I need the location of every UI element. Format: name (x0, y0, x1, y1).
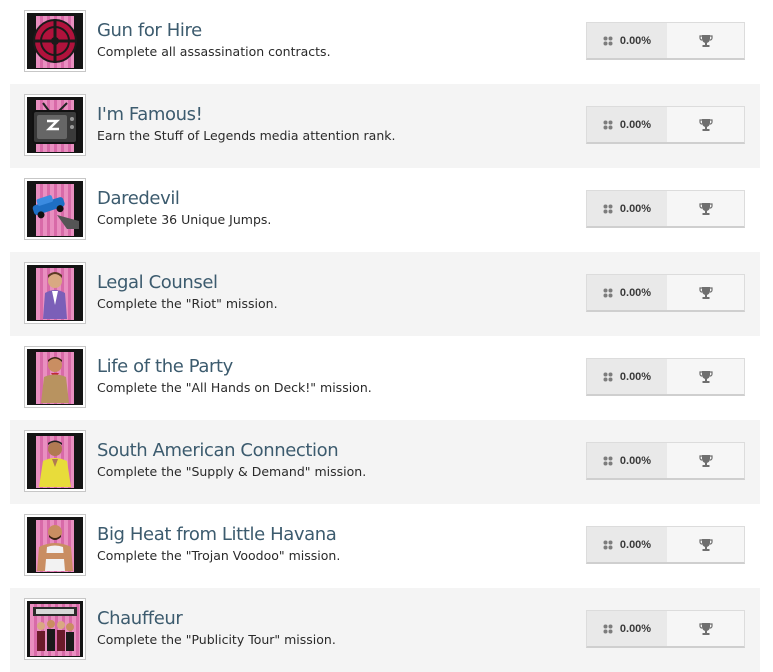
unlock-percentage: 0.00% (587, 359, 667, 394)
trophy-icon (698, 538, 713, 551)
television-icon (32, 102, 78, 144)
trophy-button[interactable] (667, 191, 744, 226)
trophy-button[interactable] (667, 107, 744, 142)
achievement-title: Legal Counsel (97, 272, 218, 293)
achievement-title: Life of the Party (97, 356, 233, 377)
unlock-percentage: 0.00% (587, 527, 667, 562)
trophy-button[interactable] (667, 23, 744, 58)
trophy-button[interactable] (667, 527, 744, 562)
achievement-stats: 0.00% (586, 106, 745, 144)
achievement-thumbnail (24, 598, 86, 660)
trophy-button[interactable] (667, 611, 744, 646)
achievement-row: Daredevil Complete 36 Unique Jumps. 0.00… (10, 168, 760, 252)
achievement-title: Chauffeur (97, 608, 183, 629)
jumping-car-icon (32, 195, 79, 229)
percentage-value: 0.00% (619, 286, 652, 299)
unlock-percentage: 0.00% (587, 443, 667, 478)
trophy-button[interactable] (667, 359, 744, 394)
yellow-shirt-portrait-icon (39, 440, 71, 487)
achievement-description: Complete all assassination contracts. (97, 44, 331, 59)
percentage-value: 0.00% (619, 34, 652, 47)
achievement-row: Big Heat from Little Havana Complete the… (10, 504, 760, 588)
love-fist-band-icon (33, 607, 77, 651)
trophy-button[interactable] (667, 275, 744, 310)
achievement-thumbnail (24, 94, 86, 156)
trophy-icon (698, 34, 713, 47)
unlock-percentage: 0.00% (587, 23, 667, 58)
trophy-icon (698, 202, 713, 215)
achievement-thumbnail (24, 10, 86, 72)
achievement-title: Big Heat from Little Havana (97, 524, 337, 545)
grid-dots-icon (603, 372, 613, 381)
trophy-icon (698, 454, 713, 467)
achievement-thumbnail (24, 346, 86, 408)
grid-dots-icon (603, 288, 613, 297)
achievement-description: Earn the Stuff of Legends media attentio… (97, 128, 396, 143)
achievement-stats: 0.00% (586, 190, 745, 228)
grid-dots-icon (603, 120, 613, 129)
trophy-icon (698, 118, 713, 131)
achievement-description: Complete the "Supply & Demand" mission. (97, 464, 367, 479)
achievement-stats: 0.00% (586, 274, 745, 312)
percentage-value: 0.00% (619, 538, 652, 551)
percentage-value: 0.00% (619, 622, 652, 635)
tank-top-portrait-icon (37, 525, 73, 571)
achievement-description: Complete the "All Hands on Deck!" missio… (97, 380, 372, 395)
crosshair-icon (33, 19, 77, 63)
achievement-stats: 0.00% (586, 610, 745, 648)
trophy-icon (698, 286, 713, 299)
achievement-description: Complete the "Riot" mission. (97, 296, 278, 311)
grid-dots-icon (603, 624, 613, 633)
achievement-title: South American Connection (97, 440, 339, 461)
achievement-row: I'm Famous! Earn the Stuff of Legends me… (10, 84, 760, 168)
achievement-description: Complete the "Publicity Tour" mission. (97, 632, 336, 647)
unlock-percentage: 0.00% (587, 611, 667, 646)
achievement-stats: 0.00% (586, 22, 745, 60)
grid-dots-icon (603, 540, 613, 549)
achievement-row: South American Connection Complete the "… (10, 420, 760, 504)
achievement-stats: 0.00% (586, 358, 745, 396)
achievement-description: Complete the "Trojan Voodoo" mission. (97, 548, 341, 563)
trophy-icon (698, 622, 713, 635)
lawyer-portrait-icon (43, 272, 67, 319)
achievement-row: Gun for Hire Complete all assassination … (10, 0, 760, 84)
achievement-title: Gun for Hire (97, 20, 202, 41)
percentage-value: 0.00% (619, 202, 652, 215)
percentage-value: 0.00% (619, 454, 652, 467)
grid-dots-icon (603, 204, 613, 213)
achievement-stats: 0.00% (586, 526, 745, 564)
party-guy-portrait-icon (41, 357, 69, 403)
unlock-percentage: 0.00% (587, 191, 667, 226)
achievement-title: I'm Famous! (97, 104, 203, 125)
achievement-row: Chauffeur Complete the "Publicity Tour" … (10, 588, 760, 672)
grid-dots-icon (603, 456, 613, 465)
achievement-description: Complete 36 Unique Jumps. (97, 212, 272, 227)
percentage-value: 0.00% (619, 118, 652, 131)
achievement-row: Life of the Party Complete the "All Hand… (10, 336, 760, 420)
unlock-percentage: 0.00% (587, 275, 667, 310)
achievement-stats: 0.00% (586, 442, 745, 480)
grid-dots-icon (603, 36, 613, 45)
achievement-thumbnail (24, 430, 86, 492)
unlock-percentage: 0.00% (587, 107, 667, 142)
trophy-button[interactable] (667, 443, 744, 478)
trophy-icon (698, 370, 713, 383)
achievement-title: Daredevil (97, 188, 180, 209)
achievement-thumbnail (24, 262, 86, 324)
percentage-value: 0.00% (619, 370, 652, 383)
achievement-thumbnail (24, 178, 86, 240)
achievement-list: Gun for Hire Complete all assassination … (0, 0, 773, 672)
achievement-thumbnail (24, 514, 86, 576)
achievement-row: Legal Counsel Complete the "Riot" missio… (10, 252, 760, 336)
